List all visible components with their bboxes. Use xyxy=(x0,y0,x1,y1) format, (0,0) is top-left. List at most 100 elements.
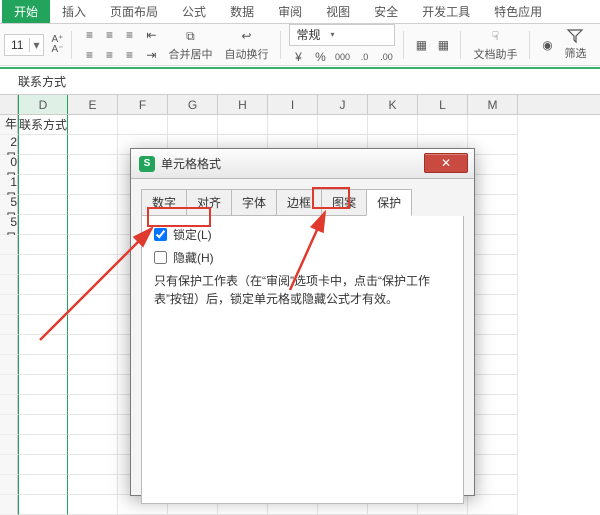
ribbon-tab-view[interactable]: 视图 xyxy=(314,0,362,23)
cell[interactable] xyxy=(468,495,518,515)
row-header[interactable] xyxy=(0,295,18,315)
ribbon-tab-start[interactable]: 开始 xyxy=(2,0,50,23)
cell[interactable] xyxy=(18,155,68,175)
formula-bar[interactable]: 联系方式 xyxy=(0,69,600,95)
cell[interactable] xyxy=(368,115,418,135)
row-header[interactable] xyxy=(0,315,18,335)
cell[interactable] xyxy=(468,275,518,295)
cell[interactable] xyxy=(18,455,68,475)
col-header-L[interactable]: L xyxy=(418,95,468,114)
cell[interactable] xyxy=(68,335,118,355)
cell[interactable] xyxy=(18,135,68,155)
cell[interactable] xyxy=(68,215,118,235)
row-header[interactable] xyxy=(0,395,18,415)
cell[interactable] xyxy=(68,415,118,435)
cell[interactable] xyxy=(18,315,68,335)
cell[interactable] xyxy=(468,355,518,375)
row-header[interactable] xyxy=(0,495,18,515)
cell[interactable] xyxy=(68,475,118,495)
cell[interactable] xyxy=(468,215,518,235)
cell[interactable] xyxy=(68,295,118,315)
table-format-icon[interactable]: ▦ xyxy=(434,36,452,54)
cell[interactable] xyxy=(68,155,118,175)
cell[interactable] xyxy=(468,195,518,215)
ribbon-tab-formula[interactable]: 公式 xyxy=(170,0,218,23)
cell[interactable] xyxy=(18,175,68,195)
cell[interactable] xyxy=(18,215,68,235)
col-header-M[interactable]: M xyxy=(468,95,518,114)
cell-D-header[interactable]: 联系方式 xyxy=(18,115,68,135)
dialog-tab-number[interactable]: 数字 xyxy=(141,189,187,216)
cell[interactable] xyxy=(218,115,268,135)
close-button[interactable]: ✕ xyxy=(424,153,468,173)
currency-icon[interactable]: ¥ xyxy=(289,48,307,66)
cell[interactable] xyxy=(468,435,518,455)
cell[interactable] xyxy=(68,195,118,215)
cell[interactable] xyxy=(18,495,68,515)
cell[interactable] xyxy=(468,315,518,335)
filter-button[interactable]: 筛选 xyxy=(560,28,590,61)
decrease-decimal-icon[interactable]: .0 xyxy=(355,48,373,66)
row-header[interactable] xyxy=(0,475,18,495)
thousands-icon[interactable]: 000 xyxy=(333,48,351,66)
cell[interactable] xyxy=(18,415,68,435)
cell[interactable] xyxy=(18,435,68,455)
doc-assistant-button[interactable]: ☟ 文档助手 xyxy=(469,27,521,62)
lock-checkbox[interactable] xyxy=(154,228,167,241)
row-header[interactable] xyxy=(0,335,18,355)
col-header-G[interactable]: G xyxy=(168,95,218,114)
ribbon-tab-dev[interactable]: 开发工具 xyxy=(410,0,482,23)
ribbon-tab-insert[interactable]: 插入 xyxy=(50,0,98,23)
cell[interactable] xyxy=(68,375,118,395)
cell[interactable] xyxy=(468,415,518,435)
row-header[interactable] xyxy=(0,455,18,475)
cell[interactable] xyxy=(68,135,118,155)
dialog-tab-protect[interactable]: 保护 xyxy=(366,189,412,216)
hide-checkbox[interactable] xyxy=(154,251,167,264)
cell[interactable] xyxy=(68,455,118,475)
cell[interactable] xyxy=(318,115,368,135)
hide-checkbox-row[interactable]: 隐藏(H) xyxy=(154,249,451,266)
col-header-J[interactable]: J xyxy=(318,95,368,114)
cell[interactable] xyxy=(468,175,518,195)
align-right-icon[interactable]: ≡ xyxy=(120,46,138,64)
cell[interactable] xyxy=(18,295,68,315)
row-header[interactable] xyxy=(0,235,18,255)
cell[interactable] xyxy=(68,435,118,455)
cond-format-icon[interactable]: ▦ xyxy=(412,36,430,54)
cell[interactable] xyxy=(468,235,518,255)
percent-icon[interactable]: % xyxy=(311,48,329,66)
cell[interactable] xyxy=(118,115,168,135)
font-grow-button[interactable]: A⁺ xyxy=(52,35,64,45)
cell[interactable] xyxy=(468,375,518,395)
merge-center-button[interactable]: ⧉ 合并居中 xyxy=(164,27,216,62)
align-left-icon[interactable]: ≡ xyxy=(80,46,98,64)
cell[interactable] xyxy=(18,255,68,275)
cell[interactable] xyxy=(68,495,118,515)
row-header[interactable] xyxy=(0,355,18,375)
dialog-tab-align[interactable]: 对齐 xyxy=(186,189,232,216)
align-top-icon[interactable]: ≡ xyxy=(80,26,98,44)
col-header-I[interactable]: I xyxy=(268,95,318,114)
ribbon-tab-data[interactable]: 数据 xyxy=(218,0,266,23)
wrap-text-button[interactable]: ↩ 自动换行 xyxy=(220,27,272,62)
indent-inc-icon[interactable]: ⇥ xyxy=(142,46,160,64)
ribbon-tab-review[interactable]: 审阅 xyxy=(266,0,314,23)
cell[interactable] xyxy=(468,255,518,275)
cell[interactable] xyxy=(468,155,518,175)
cell[interactable] xyxy=(68,395,118,415)
cell[interactable] xyxy=(18,375,68,395)
cell[interactable] xyxy=(468,295,518,315)
col-header-F[interactable]: F xyxy=(118,95,168,114)
lock-checkbox-row[interactable]: 锁定(L) xyxy=(154,226,451,243)
font-size-combo[interactable]: 11 ▾ xyxy=(4,34,44,56)
row-header[interactable] xyxy=(0,375,18,395)
cell[interactable] xyxy=(18,335,68,355)
align-center-icon[interactable]: ≡ xyxy=(100,46,118,64)
row-header[interactable] xyxy=(0,435,18,455)
cell[interactable] xyxy=(18,355,68,375)
align-bottom-icon[interactable]: ≡ xyxy=(120,26,138,44)
row-header[interactable] xyxy=(0,275,18,295)
cell[interactable] xyxy=(468,455,518,475)
cell[interactable] xyxy=(68,275,118,295)
